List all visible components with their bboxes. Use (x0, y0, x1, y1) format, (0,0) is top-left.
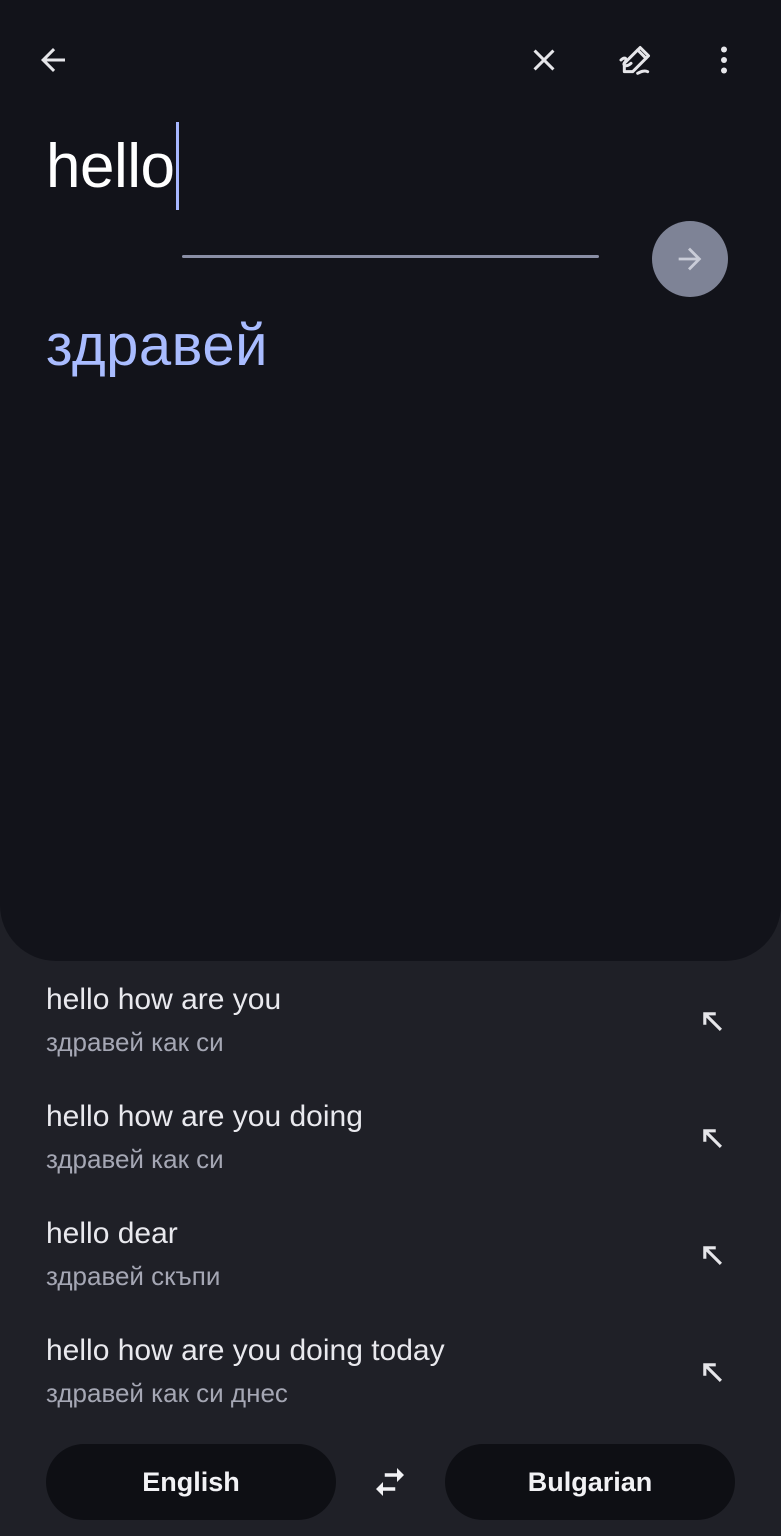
suggestion-item[interactable]: hello how are you doing здравей как си (0, 1078, 781, 1195)
source-text-input[interactable]: hello (46, 122, 179, 210)
text-cursor (175, 122, 179, 210)
source-language-label: English (142, 1466, 240, 1497)
arrow-right-icon (678, 247, 702, 271)
back-button[interactable] (25, 32, 81, 88)
handwriting-button[interactable] (608, 32, 664, 88)
suggestion-source: hello how are you doing (46, 1100, 363, 1133)
translation-output: здравей (46, 313, 268, 378)
target-language-button[interactable]: Bulgarian (445, 1444, 735, 1520)
input-underline (182, 255, 599, 258)
insert-suggestion-button[interactable] (686, 995, 738, 1047)
insert-suggestion-button[interactable] (686, 1112, 738, 1164)
suggestion-translation: здравей как си днес (46, 1378, 288, 1408)
input-sheet: hello здравей (0, 0, 781, 961)
arrow-up-left-icon (703, 1012, 722, 1031)
insert-suggestion-button[interactable] (686, 1229, 738, 1281)
more-options-button[interactable] (696, 32, 752, 88)
source-language-button[interactable]: English (46, 1444, 336, 1520)
arrow-up-left-icon (703, 1363, 722, 1382)
suggestion-item[interactable]: hello how are you doing today здравей ка… (0, 1312, 781, 1429)
suggestion-source: hello how are you (46, 983, 282, 1016)
suggestion-translation: здравей скъпи (46, 1261, 221, 1291)
more-vert-icon (721, 46, 727, 74)
insert-suggestion-button[interactable] (686, 1346, 738, 1398)
handwriting-pen-icon (619, 46, 650, 75)
arrow-up-left-icon (703, 1129, 722, 1148)
target-language-label: Bulgarian (527, 1466, 653, 1497)
suggestion-translation: здравей как си (46, 1144, 224, 1174)
clear-button[interactable] (516, 32, 572, 88)
arrow-left-icon (41, 48, 65, 72)
arrow-up-left-icon (703, 1246, 722, 1265)
suggestion-translation: здравей как си (46, 1027, 224, 1057)
swap-languages-button[interactable] (362, 1454, 418, 1510)
suggestion-source: hello dear (46, 1217, 178, 1250)
source-text: hello (46, 131, 175, 201)
translate-screen: hello здравей hello how are you здравей … (0, 0, 781, 1536)
suggestion-source: hello how are you doing today (46, 1334, 445, 1367)
translate-button[interactable] (652, 221, 728, 297)
suggestion-item[interactable]: hello how are you здравей как си (0, 961, 781, 1078)
swap-horiz-icon (376, 1468, 404, 1496)
language-bar: English Bulgarian (0, 1444, 781, 1522)
suggestion-item[interactable]: hello dear здравей скъпи (0, 1195, 781, 1312)
close-icon (533, 49, 555, 71)
